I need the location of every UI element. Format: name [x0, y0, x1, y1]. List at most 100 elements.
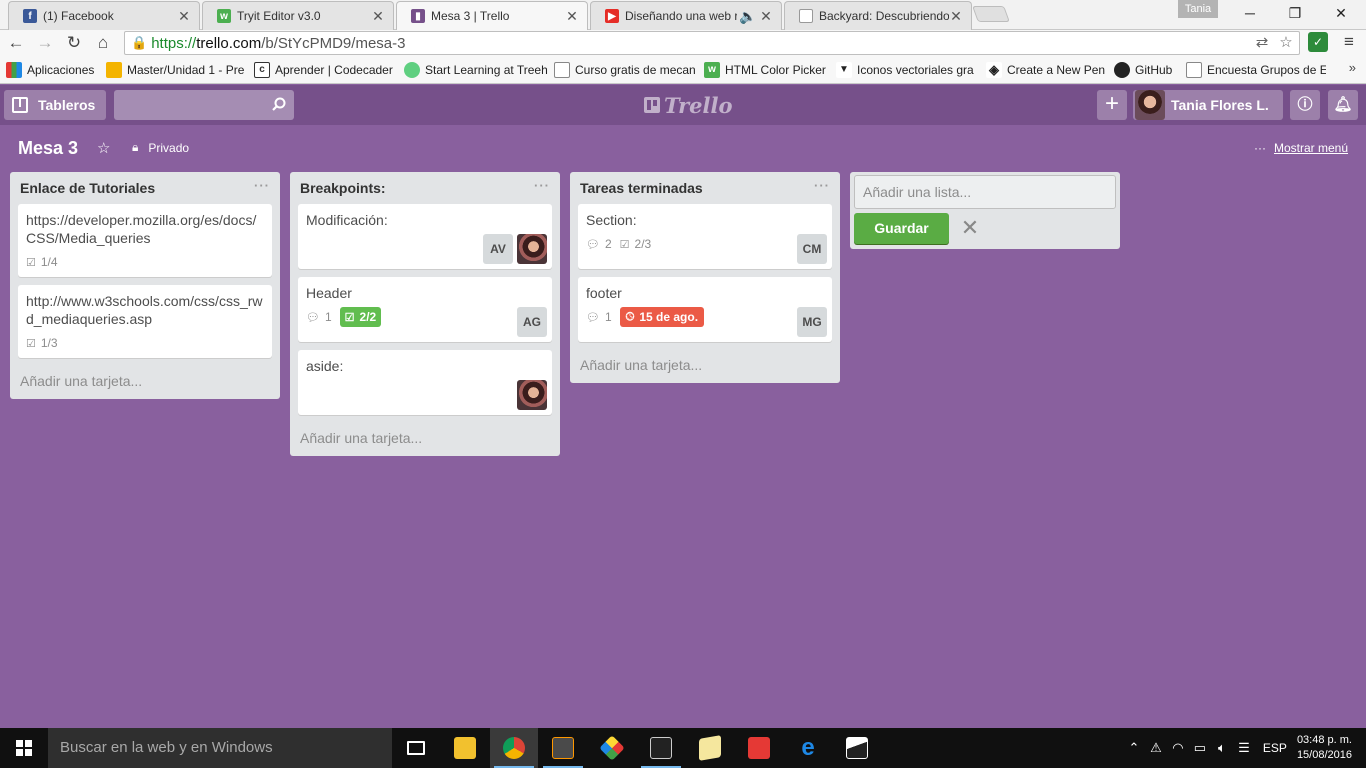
bookmark-treehouse[interactable]: Start Learning at Treeh	[404, 58, 554, 82]
list-menu-icon[interactable]: ···	[814, 178, 830, 193]
member-menu-button[interactable]: Tania Flores L.	[1133, 90, 1283, 120]
task-view-button[interactable]	[392, 728, 440, 768]
member-avatar[interactable]	[517, 234, 547, 264]
treehouse-icon	[404, 61, 420, 78]
bookmark-mecanografia[interactable]: Curso gratis de mecan	[554, 58, 704, 82]
info-icon[interactable]: ⓘ	[1290, 90, 1320, 120]
card[interactable]: footer 💬︎ 1 🕓︎ 15 de ago. MG	[578, 277, 832, 342]
bookmark-github[interactable]: GitHub	[1114, 58, 1186, 82]
taskbar-git[interactable]	[588, 728, 636, 768]
star-icon[interactable]: ☆	[97, 139, 110, 157]
add-card-link[interactable]: Añadir una tarjeta...	[570, 350, 840, 383]
list-title[interactable]: Tareas terminadas	[580, 180, 703, 196]
browser-tab-trello[interactable]: ▮ Mesa 3 | Trello ✕	[396, 1, 588, 30]
clock[interactable]: 03:48 p. m. 15/08/2016	[1297, 733, 1352, 763]
bookmark-codepen[interactable]: ◈ Create a New Pen	[986, 58, 1114, 82]
boards-button[interactable]: Tableros	[4, 90, 106, 120]
browser-tab-youtube[interactable]: ▶ Diseñando una web re 🔈 ✕	[590, 1, 782, 30]
list-menu-icon[interactable]: ···	[534, 178, 550, 193]
taskbar-photos[interactable]	[833, 728, 881, 768]
taskbar-notes[interactable]	[686, 728, 734, 768]
card[interactable]: Modificación: AV	[298, 204, 552, 269]
list-title[interactable]: Enlace de Tutoriales	[20, 180, 155, 196]
list-title[interactable]: Breakpoints:	[300, 180, 386, 196]
close-icon[interactable]: ✕	[958, 216, 982, 240]
add-card-link[interactable]: Añadir una tarjeta...	[290, 423, 560, 456]
bookmark-iconos[interactable]: ▼ Iconos vectoriales gra	[836, 58, 986, 82]
chevron-up-icon[interactable]: ⌃	[1123, 740, 1145, 756]
list-header[interactable]: Tareas terminadas ···	[570, 172, 840, 204]
close-window-icon[interactable]: ✕	[1318, 0, 1364, 26]
more-bookmarks-icon[interactable]: »	[1349, 60, 1356, 75]
bookmark-master[interactable]: Master/Unidad 1 - Pre	[106, 58, 254, 82]
notifications-bell-icon[interactable]: 🔔︎	[1328, 90, 1358, 120]
member-avatar[interactable]	[517, 380, 547, 410]
card-title: footer	[586, 285, 622, 301]
notes-icon	[699, 735, 721, 761]
translate-icon[interactable]: ⇄	[1253, 34, 1271, 52]
card[interactable]: http://www.w3schools.com/css/css_rwd_med…	[18, 285, 272, 358]
bookmark-encuesta[interactable]: Encuesta Grupos de E	[1186, 58, 1326, 82]
board-title[interactable]: Mesa 3	[18, 138, 78, 159]
taskbar-mp3[interactable]	[735, 728, 783, 768]
home-icon[interactable]: ⌂	[91, 32, 115, 54]
taskbar-sublime[interactable]	[539, 728, 587, 768]
restore-icon[interactable]: ❐	[1272, 0, 1318, 26]
close-tab-icon[interactable]: ✕	[565, 8, 579, 25]
bookmark-codecademy[interactable]: c Aprender | Codecader	[254, 58, 404, 82]
trello-search-input[interactable]	[114, 90, 294, 120]
url-path: /b/StYcPMD9/mesa-3	[261, 34, 406, 52]
bookmark-color-picker[interactable]: w HTML Color Picker	[704, 58, 836, 82]
trello-logo-icon	[644, 97, 660, 113]
member-initials[interactable]: CM	[797, 234, 827, 264]
card[interactable]: aside:	[298, 350, 552, 415]
trello-logo[interactable]: Trello	[644, 93, 733, 118]
forward-icon[interactable]: →	[33, 32, 57, 54]
profile-name[interactable]: Tania	[1178, 0, 1218, 18]
reload-icon[interactable]: ↻	[62, 32, 86, 54]
member-initials[interactable]: AV	[483, 234, 513, 264]
list-header[interactable]: Breakpoints: ···	[290, 172, 560, 204]
card[interactable]: Header 💬︎ 1 ☑ 2/2 AG	[298, 277, 552, 342]
extension-shield-icon[interactable]: ✓	[1308, 32, 1328, 52]
add-card-link[interactable]: Añadir una tarjeta...	[10, 366, 280, 399]
add-button[interactable]: +	[1097, 90, 1127, 120]
card[interactable]: Section: 💬︎ 2 ☑ 2/3 CM	[578, 204, 832, 269]
network-warning-icon[interactable]: ⚠︎	[1145, 740, 1167, 756]
list-header[interactable]: Enlace de Tutoriales ···	[10, 172, 280, 204]
chrome-menu-icon[interactable]: ≡	[1340, 32, 1358, 52]
card[interactable]: https://developer.mozilla.org/es/docs/CS…	[18, 204, 272, 277]
action-center-icon[interactable]: ☰	[1233, 740, 1255, 756]
close-tab-icon[interactable]: ✕	[177, 8, 191, 25]
taskbar-terminal[interactable]	[637, 728, 685, 768]
browser-tab-facebook[interactable]: f (1) Facebook ✕	[8, 1, 200, 30]
taskbar-search[interactable]: Buscar en la web y en Windows	[48, 728, 392, 768]
language-indicator[interactable]: ESP	[1263, 741, 1287, 755]
bookmark-apps[interactable]: Aplicaciones	[6, 58, 106, 82]
taskbar-chrome[interactable]	[490, 728, 538, 768]
address-bar[interactable]: 🔒 https:// trello.com /b/StYcPMD9/mesa-3…	[124, 31, 1300, 55]
minimize-icon[interactable]: ─	[1227, 0, 1273, 26]
new-tab-button[interactable]	[972, 6, 1010, 22]
list-menu-icon[interactable]: ···	[254, 178, 270, 193]
taskbar-explorer[interactable]	[441, 728, 489, 768]
codecademy-icon: c	[254, 61, 270, 78]
wifi-icon[interactable]: ◠	[1167, 740, 1189, 756]
browser-tab-tryit[interactable]: w Tryit Editor v3.0 ✕	[202, 1, 394, 30]
privacy-button[interactable]: 🔒︎ Privado	[132, 140, 189, 155]
volume-icon[interactable]: 🔈︎	[1211, 740, 1233, 756]
bookmark-star-icon[interactable]: ☆	[1277, 34, 1295, 52]
save-button[interactable]: Guardar	[854, 213, 949, 244]
close-tab-icon[interactable]: ✕	[949, 8, 963, 25]
close-tab-icon[interactable]: ✕	[759, 8, 773, 25]
start-button[interactable]	[0, 728, 48, 768]
close-tab-icon[interactable]: ✕	[371, 8, 385, 25]
member-initials[interactable]: MG	[797, 307, 827, 337]
member-initials[interactable]: AG	[517, 307, 547, 337]
taskbar-edge[interactable]: e	[784, 728, 832, 768]
back-icon[interactable]: ←	[4, 32, 28, 54]
add-list-input[interactable]	[854, 175, 1116, 209]
show-menu-link[interactable]: ··· Mostrar menú	[1254, 141, 1348, 155]
browser-tab-backyard[interactable]: Backyard: Descubriendo B ✕	[784, 1, 972, 30]
battery-icon[interactable]: ▭	[1189, 740, 1211, 756]
